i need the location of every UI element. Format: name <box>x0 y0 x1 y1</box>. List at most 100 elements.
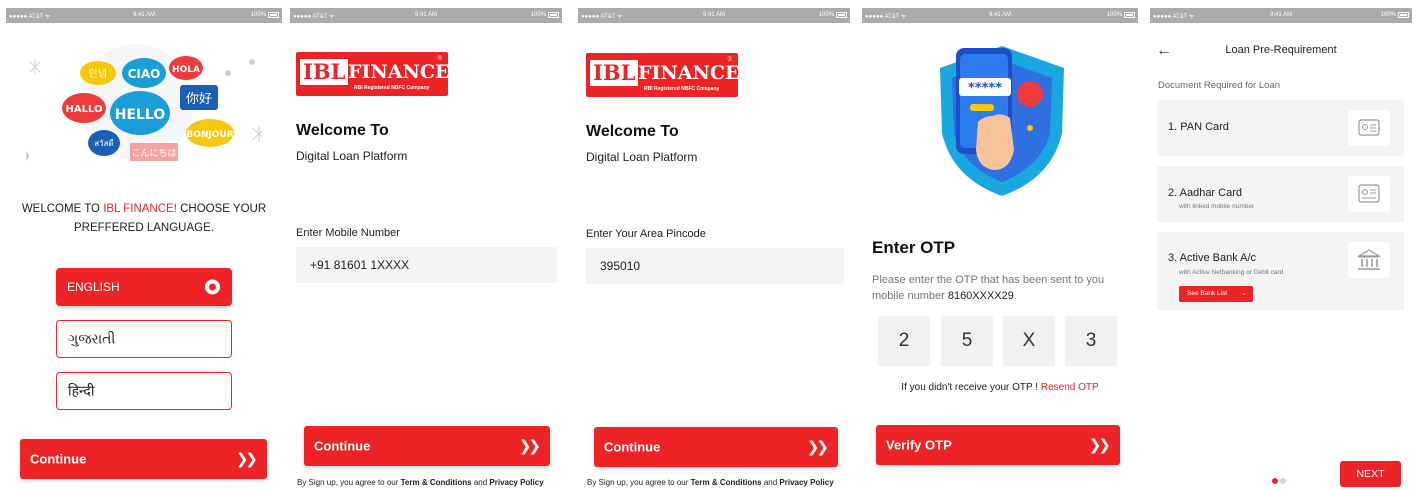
otp-title: Enter OTP <box>872 238 956 257</box>
battery-icon <box>1124 12 1135 18</box>
next-button[interactable]: NEXT <box>1340 461 1401 487</box>
continue-label: Continue <box>314 438 371 454</box>
language-option-english[interactable]: ENGLISH <box>56 268 232 306</box>
double-chevron-right-icon: ❯❯ <box>518 438 541 455</box>
otp-description: Please enter the OTP that has been sent … <box>872 272 1132 304</box>
battery-icon <box>1398 12 1409 18</box>
terms-link[interactable]: Term & Conditions <box>401 478 472 487</box>
page-title: Welcome To <box>586 123 679 140</box>
page-dot <box>1280 478 1286 484</box>
status-time: 9:41 AM <box>414 12 437 18</box>
bubble-thai: สวัสดี <box>94 139 113 148</box>
status-time: 9:41 AM <box>1269 12 1292 18</box>
privacy-link[interactable]: Privacy Policy <box>779 478 833 487</box>
mobile-number-value: +91 81601 1XXXX <box>310 258 410 272</box>
logo-finance: FINANCE <box>638 62 740 84</box>
otp-digit-2[interactable]: 5 <box>941 316 993 366</box>
language-label: ગુજરાતી <box>68 330 116 347</box>
page-title: Loan Pre-Requirement <box>1225 44 1337 56</box>
page-subtitle: Digital Loan Platform <box>296 149 408 163</box>
terms-text: By Sign up, you agree to our Term & Cond… <box>297 478 544 487</box>
resend-otp-text: If you didn't receive your OTP ! Resend … <box>862 382 1138 393</box>
see-bank-list-button[interactable]: See Bank List ⌄ <box>1179 286 1253 302</box>
bubble-hola: HOLA <box>172 65 200 75</box>
verify-otp-button[interactable]: Verify OTP ❯❯ <box>876 425 1120 465</box>
continue-button[interactable]: Continue ❯❯ <box>20 439 267 479</box>
radio-selected-icon <box>205 279 220 295</box>
continue-button[interactable]: Continue ❯❯ <box>594 427 838 467</box>
otp-digit-1[interactable]: 2 <box>878 316 930 366</box>
double-chevron-right-icon: ❯❯ <box>806 439 829 456</box>
double-chevron-right-icon: ❯❯ <box>1088 437 1111 454</box>
status-time: 9:41 AM <box>702 12 725 18</box>
page-subtitle: Digital Loan Platform <box>586 150 698 164</box>
double-chevron-right-icon: ❯❯ <box>235 451 258 468</box>
document-card-pan[interactable]: 1. PAN Card <box>1157 100 1404 156</box>
bubble-chinese: 你好 <box>186 92 212 107</box>
mobile-number-screen: ●●●●● AT&T ᯤ 9:41 AM 100% IBL FINANCE RB… <box>290 0 562 490</box>
continue-label: Continue <box>604 439 661 455</box>
mobile-number-input[interactable]: +91 81601 1XXXX <box>296 247 557 283</box>
otp-screen: ●●●●● AT&T ᯤ 9:41 AM 100% ***** Enter OT… <box>862 0 1138 490</box>
logo-tagline: RBI Registered NBFC Company <box>354 85 430 91</box>
continue-button[interactable]: Continue ❯❯ <box>304 426 550 466</box>
logo-registered: ® <box>727 57 732 63</box>
battery-percent: 100% <box>818 12 834 18</box>
language-option-hindi[interactable]: हिन्दी <box>56 372 232 410</box>
otp-digit-3[interactable]: X <box>1003 316 1055 366</box>
document-note: with linked mobile number <box>1179 203 1255 210</box>
resend-prefix: If you didn't receive your OTP ! <box>901 382 1041 393</box>
pincode-field-label: Enter Your Area Pincode <box>586 228 706 240</box>
resend-otp-link[interactable]: Resend OTP <box>1041 382 1099 393</box>
logo-tagline: RBI Registered NBFC Company <box>644 86 720 92</box>
bubble-japanese: こんにちは <box>131 148 176 159</box>
privacy-link[interactable]: Privacy Policy <box>489 478 543 487</box>
document-card-aadhar[interactable]: 2. Aadhar Card with linked mobile number <box>1157 166 1404 222</box>
terms-and: and <box>471 478 490 487</box>
see-bank-label: See Bank List <box>1187 290 1228 297</box>
bank-icon <box>1348 242 1390 278</box>
language-label: ENGLISH <box>67 280 120 294</box>
mobile-field-label: Enter Mobile Number <box>296 227 400 239</box>
language-label: हिन्दी <box>68 382 95 399</box>
page-title: Welcome To <box>296 122 389 139</box>
ibl-finance-logo: IBL FINANCE RBI Registered NBFC Company … <box>296 52 449 96</box>
battery-percent: 100% <box>1106 12 1122 18</box>
language-option-gujarati[interactable]: ગુજરાતી <box>56 320 232 358</box>
language-screen: ●●●●● AT&T ᯤ 9:41 AM 100% 안녕 CIAO HOLA H… <box>6 0 282 490</box>
welcome-brand: IBL FINANCE! <box>103 203 177 215</box>
otp-digit-4[interactable]: 3 <box>1065 316 1117 366</box>
pincode-input[interactable]: 395010 <box>586 248 844 284</box>
id-card-icon <box>1348 176 1390 212</box>
battery-icon <box>268 12 279 18</box>
continue-label: Continue <box>30 451 87 467</box>
battery-percent: 100% <box>250 12 266 18</box>
document-name: 2. Aadhar Card <box>1168 187 1242 199</box>
status-time: 9:41 AM <box>988 12 1011 18</box>
welcome-suffix: CHOOSE YOUR <box>176 203 267 215</box>
bubble-hello: HELLO <box>115 107 166 123</box>
document-name: 3. Active Bank A/c <box>1168 252 1257 264</box>
battery-icon <box>548 12 559 18</box>
otp-phone-shield-illustration: ***** <box>940 46 1064 196</box>
chevron-down-icon: ⌄ <box>1241 290 1247 297</box>
welcome-line2: PREFFERED LANGUAGE. <box>74 222 214 234</box>
verify-label: Verify OTP <box>886 437 952 453</box>
terms-link[interactable]: Term & Conditions <box>691 478 762 487</box>
pincode-value: 395010 <box>600 259 641 273</box>
page-indicator <box>1272 471 1288 489</box>
document-name: 1. PAN Card <box>1168 121 1229 133</box>
document-card-bank[interactable]: 3. Active Bank A/c with Active Netbankin… <box>1157 232 1404 310</box>
status-bar: ●●●●● AT&T ᯤ 9:41 AM 100% <box>290 8 562 23</box>
documents-subtitle: Document Required for Loan <box>1158 80 1280 91</box>
logo-ibl: IBL <box>590 60 639 86</box>
status-bar: ●●●●● AT&T ᯤ 9:41 AM 100% <box>6 8 282 23</box>
status-time: 9:41 AM <box>132 12 155 18</box>
status-bar: ●●●●● AT&T ᯤ 9:41 AM 100% <box>862 8 1138 23</box>
bubble-ciao: CIAO <box>128 67 161 81</box>
terms-and: and <box>761 478 780 487</box>
terms-text: By Sign up, you agree to our Term & Cond… <box>587 478 834 487</box>
bubble-hallo: HALLO <box>66 104 103 115</box>
id-card-icon <box>1348 110 1390 146</box>
loan-requirement-screen: ●●●●● AT&T ᯤ 9:41 AM 100% ← Loan Pre-Req… <box>1150 0 1412 490</box>
